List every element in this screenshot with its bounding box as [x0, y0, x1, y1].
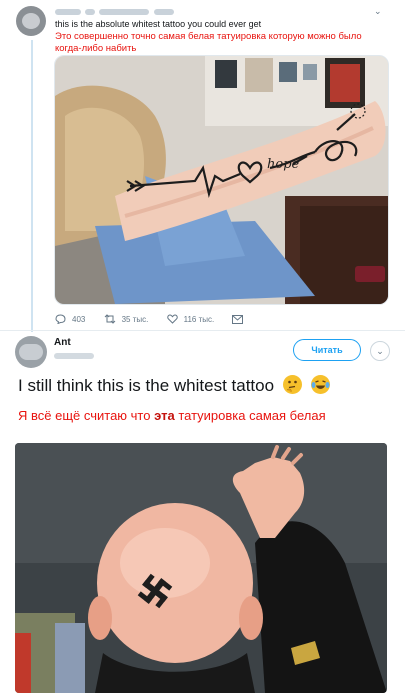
message-button[interactable] — [232, 315, 244, 324]
thinking-face-emoji — [282, 375, 302, 394]
tweet-header — [55, 7, 174, 16]
chevron-down-icon[interactable]: ⌄ — [370, 341, 390, 361]
chevron-down-icon[interactable]: ⌄ — [374, 6, 382, 17]
translation-caption: Это совершенно точно самая белая татуиро… — [55, 31, 362, 54]
envelope-icon — [232, 315, 244, 324]
tweet-text: I still think this is the whitest tattoo — [18, 375, 330, 396]
tweet-media-image[interactable] — [15, 443, 387, 693]
translation-caption: Я всё ещё считаю что эта татуировка сама… — [18, 408, 326, 423]
reply-icon — [55, 314, 66, 324]
author-name[interactable]: Ant — [54, 337, 71, 348]
like-count: 116 тыс. — [183, 314, 215, 324]
tweet-media-image[interactable]: hope — [54, 55, 389, 305]
tears-of-joy-emoji — [310, 375, 330, 394]
avatar[interactable] — [15, 336, 47, 368]
retweet-count: 35 тыс. — [121, 314, 149, 324]
author-handle-blurred[interactable] — [54, 351, 94, 360]
avatar[interactable] — [16, 6, 46, 36]
like-button[interactable]: 116 тыс. — [166, 314, 215, 324]
tweet-divider — [0, 330, 405, 331]
author-name-blurred[interactable] — [55, 8, 81, 15]
retweet-button[interactable]: 35 тыс. — [104, 314, 149, 324]
tweet-action-bar: 403 35 тыс. 116 тыс. — [55, 314, 259, 326]
tweet-text: this is the absolute whitest tattoo you … — [55, 19, 262, 29]
heart-icon — [166, 314, 178, 324]
reply-button[interactable]: 403 — [55, 314, 85, 324]
thread-connector-line — [31, 40, 33, 332]
retweet-icon — [104, 314, 115, 324]
author-handle-blurred[interactable] — [99, 8, 150, 15]
arm-tattoo-photo: hope — [55, 56, 388, 304]
bald-head-tattoo-photo — [15, 443, 387, 693]
timestamp-blurred[interactable] — [153, 8, 174, 15]
tattoo-word: hope — [267, 157, 300, 172]
follow-button[interactable]: Читать — [293, 339, 361, 361]
reply-count: 403 — [72, 314, 86, 324]
